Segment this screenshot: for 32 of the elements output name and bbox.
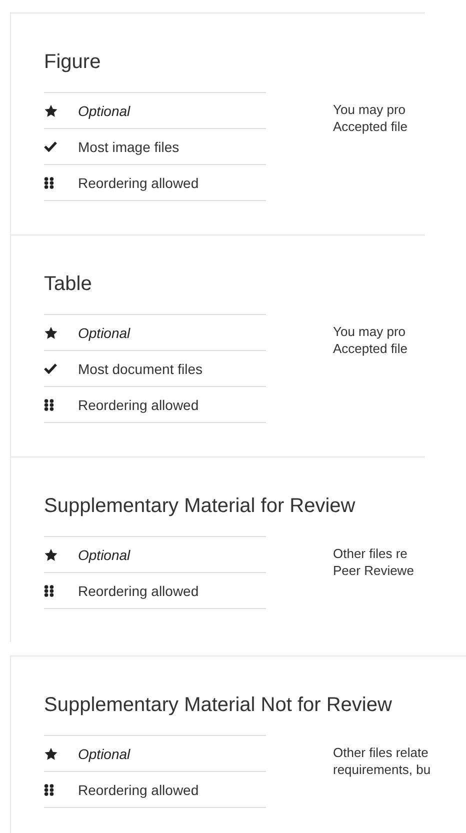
feature-label: Optional <box>78 324 130 340</box>
feature-label: Optional <box>78 546 130 562</box>
section-title: Figure <box>44 50 102 74</box>
description-line: Accepted file <box>333 118 408 135</box>
feature-label: Reordering allowed <box>78 396 199 412</box>
description-line: You may pro <box>333 101 407 118</box>
feature-label: Reordering allowed <box>78 174 199 190</box>
check-icon <box>44 363 57 374</box>
description-line: Other files re <box>333 545 408 562</box>
section-title: Supplementary Material for Review <box>44 494 356 518</box>
star-icon <box>44 326 58 340</box>
description-line: Peer Reviewe <box>333 562 414 579</box>
check-icon <box>44 141 57 152</box>
star-icon <box>44 104 58 118</box>
description-line: requirements, bu <box>333 761 431 778</box>
feature-label: Optional <box>78 746 130 762</box>
feature-label: Reordering allowed <box>78 582 199 598</box>
star-icon <box>44 746 58 760</box>
feature-label: Most image files <box>78 138 180 154</box>
drag-handle-icon <box>44 784 54 796</box>
feature-label: Most document files <box>78 360 202 376</box>
description-line: You may pro <box>333 323 407 340</box>
description-line: Other files relate <box>333 744 430 761</box>
drag-handle-icon <box>44 176 54 188</box>
section-title: Supplementary Material Not for Review <box>44 693 393 717</box>
feature-label: Optional <box>78 102 130 118</box>
section-title: Table <box>44 272 93 296</box>
drag-handle-icon <box>44 584 54 596</box>
star-icon <box>44 548 58 562</box>
description-line: Accepted file <box>333 340 408 357</box>
feature-label: Reordering allowed <box>78 782 199 798</box>
drag-handle-icon <box>44 398 54 410</box>
